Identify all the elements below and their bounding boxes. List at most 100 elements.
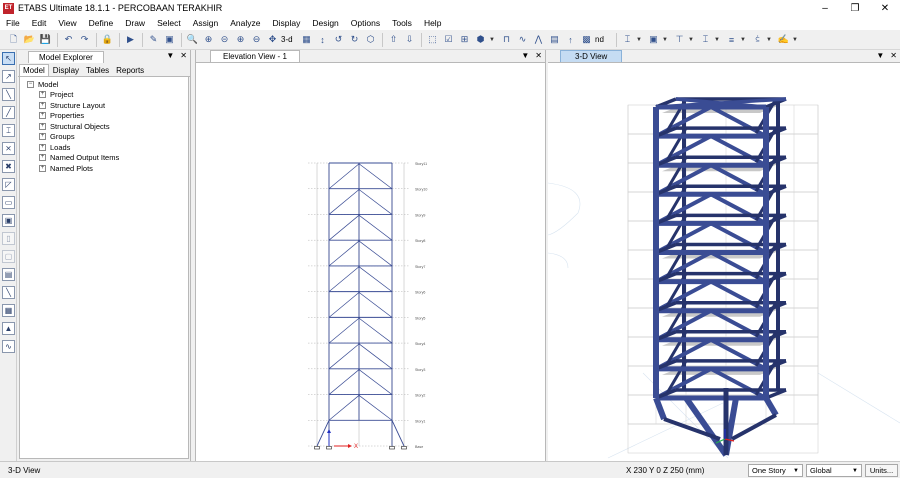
force-diagram-icon[interactable]: ⋀: [531, 32, 546, 47]
chevron-down-icon[interactable]: ▼: [662, 37, 668, 43]
perspective-icon[interactable]: ⬡: [363, 32, 378, 47]
reshape-icon[interactable]: ↗: [2, 70, 15, 83]
menu-display[interactable]: Display: [266, 18, 306, 28]
mode-shape-icon[interactable]: ▩: [579, 32, 594, 47]
chevron-down-icon[interactable]: ▼: [793, 468, 799, 474]
reaction-icon[interactable]: ↑: [563, 32, 578, 47]
tendon-icon[interactable]: ≡: [724, 32, 739, 47]
explorer-title-tab[interactable]: Model Explorer: [28, 50, 104, 63]
stress-icon[interactable]: ▤: [547, 32, 562, 47]
expand-icon[interactable]: +: [39, 91, 46, 99]
tree-node-structure-layout[interactable]: + Structure Layout: [20, 100, 188, 111]
run-analysis-icon[interactable]: ▶: [123, 32, 138, 47]
etabs-app-icon[interactable]: ET: [3, 2, 14, 14]
expand-icon[interactable]: +: [39, 122, 46, 130]
draw-panel-icon[interactable]: ▤: [2, 268, 15, 281]
menu-assign[interactable]: Assign: [187, 18, 225, 28]
tree-node-loads[interactable]: + Loads: [20, 142, 188, 153]
draw-beam-icon[interactable]: ╱: [2, 106, 15, 119]
pencil-icon[interactable]: ✎: [146, 32, 161, 47]
chevron-down-icon[interactable]: ▼: [636, 37, 642, 43]
tree-node-named-output-items[interactable]: + Named Output Items: [20, 153, 188, 164]
object-shrink-icon[interactable]: ⬢: [473, 32, 488, 47]
tab-model[interactable]: Model: [19, 64, 49, 76]
model-icon[interactable]: ▣: [162, 32, 177, 47]
chevron-down-icon[interactable]: ▼: [876, 51, 884, 60]
area-section-icon[interactable]: ▣: [646, 32, 661, 47]
tree-node-structural-objects[interactable]: + Structural Objects: [20, 121, 188, 132]
expand-icon[interactable]: +: [39, 154, 46, 162]
chevron-down-icon[interactable]: ▼: [489, 37, 495, 43]
close-icon[interactable]: ✕: [890, 51, 897, 60]
collapse-icon[interactable]: −: [27, 80, 34, 88]
beam-section-icon[interactable]: ⊤: [672, 32, 687, 47]
chevron-down-icon[interactable]: ▼: [688, 37, 694, 43]
menu-view[interactable]: View: [52, 18, 82, 28]
draw-link-icon[interactable]: ╲: [2, 286, 15, 299]
chevron-down-icon[interactable]: ▼: [521, 51, 529, 60]
menu-design[interactable]: Design: [306, 18, 344, 28]
chevron-down-icon[interactable]: ▼: [166, 51, 174, 60]
zoom-previous-icon[interactable]: ⊝: [217, 32, 232, 47]
maximize-button[interactable]: ❐: [840, 0, 870, 16]
zoom-out-icon[interactable]: ⊖: [249, 32, 264, 47]
menu-draw[interactable]: Draw: [119, 18, 151, 28]
zoom-restore-icon[interactable]: ⊕: [201, 32, 216, 47]
draw-x-brace-icon[interactable]: ✖: [2, 160, 15, 173]
expand-icon[interactable]: +: [39, 143, 46, 151]
chevron-down-icon[interactable]: ▼: [852, 468, 858, 474]
link-icon[interactable]: ⫃: [750, 32, 765, 47]
expand-icon[interactable]: +: [39, 133, 46, 141]
column-section-icon[interactable]: ⌶: [620, 32, 635, 47]
select-all-icon[interactable]: ⬚: [425, 32, 440, 47]
tree-node-properties[interactable]: + Properties: [20, 111, 188, 122]
chevron-down-icon[interactable]: ▼: [766, 37, 772, 43]
tab-reports[interactable]: Reports: [113, 65, 147, 76]
set-display-icon[interactable]: ⊞: [457, 32, 472, 47]
rotate-icon[interactable]: ↺: [331, 32, 346, 47]
draw-tendon-icon[interactable]: ∿: [2, 340, 15, 353]
draw-rect-floor-icon[interactable]: ▭: [2, 196, 15, 209]
elevation-view-tab[interactable]: Elevation View - 1: [210, 50, 300, 62]
draw-section-cut-icon[interactable]: ▲: [2, 322, 15, 335]
draw-wall-icon[interactable]: ▯: [2, 232, 15, 245]
3d-view-button[interactable]: 3-d: [281, 35, 299, 44]
tree-node-named-plots[interactable]: + Named Plots: [20, 163, 188, 174]
new-model-icon[interactable]: 🗋: [6, 32, 21, 47]
menu-analyze[interactable]: Analyze: [224, 18, 266, 28]
checkbox-select-icon[interactable]: ☑: [441, 32, 456, 47]
draw-column-icon[interactable]: ⌶: [2, 124, 15, 137]
minimize-button[interactable]: –: [810, 0, 840, 16]
draw-opening-icon[interactable]: ▢: [2, 250, 15, 263]
plan-view-icon[interactable]: ▦: [299, 32, 314, 47]
menu-help[interactable]: Help: [418, 18, 447, 28]
tab-tables[interactable]: Tables: [83, 65, 112, 76]
story-option-select[interactable]: One Story ▼: [748, 464, 803, 477]
close-icon[interactable]: ✕: [535, 51, 542, 60]
menu-tools[interactable]: Tools: [386, 18, 418, 28]
tree-node-project[interactable]: + Project: [20, 90, 188, 101]
3d-view-tab[interactable]: 3-D View: [560, 50, 623, 62]
chevron-down-icon[interactable]: ▼: [792, 37, 798, 43]
lock-icon[interactable]: 🔒: [100, 32, 115, 47]
elevation-canvas[interactable]: Story11 Story10 Story9 Story8 Story7 Story6 St…: [196, 63, 547, 460]
chevron-down-icon[interactable]: ▼: [714, 37, 720, 43]
redo-icon[interactable]: ↷: [77, 32, 92, 47]
close-icon[interactable]: ✕: [180, 51, 187, 60]
units-button[interactable]: Units...: [865, 464, 898, 477]
draw-joint-icon[interactable]: ╲: [2, 88, 15, 101]
3d-model-canvas[interactable]: [548, 63, 900, 460]
expand-icon[interactable]: +: [39, 101, 46, 109]
draw-area-icon[interactable]: ▣: [2, 214, 15, 227]
open-icon[interactable]: 📂: [22, 32, 37, 47]
zoom-in-icon[interactable]: ⊕: [233, 32, 248, 47]
coordinate-system-select[interactable]: Global ▼: [806, 464, 862, 477]
nd-button[interactable]: nd: [595, 35, 613, 44]
pointer-select-icon[interactable]: ↖: [2, 52, 15, 65]
deformed-shape-icon[interactable]: ∿: [515, 32, 530, 47]
draw-brace-icon[interactable]: ⨯: [2, 142, 15, 155]
draw-grid-icon[interactable]: ▦: [2, 304, 15, 317]
refresh-icon[interactable]: ↻: [347, 32, 362, 47]
menu-define[interactable]: Define: [83, 18, 120, 28]
expand-icon[interactable]: +: [39, 164, 46, 172]
